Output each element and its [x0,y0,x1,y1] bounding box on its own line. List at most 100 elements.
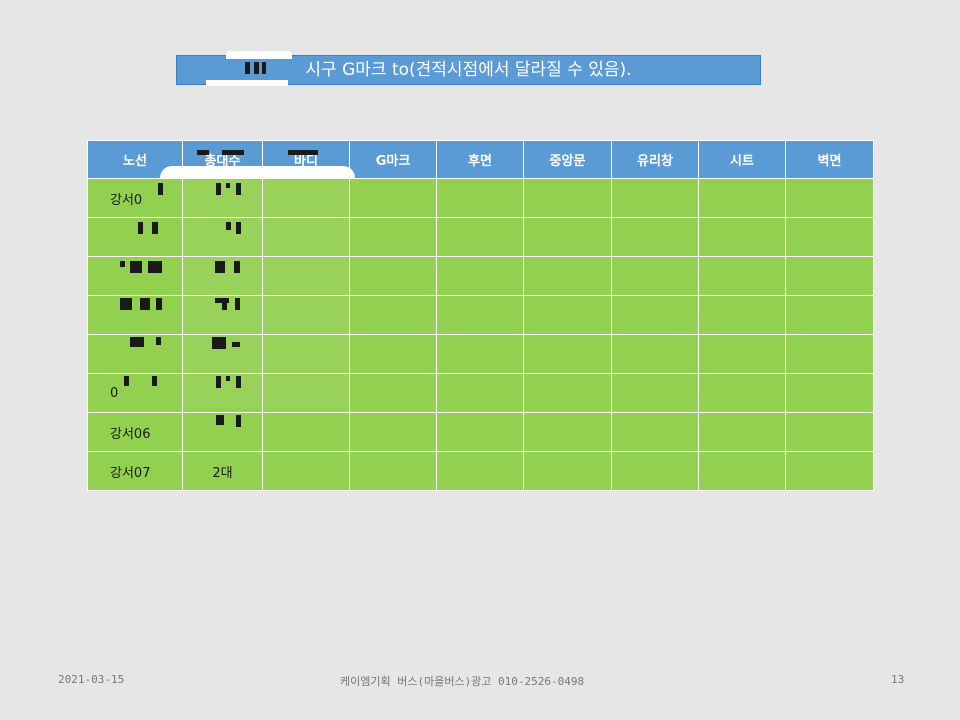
cell-empty [349,451,437,491]
pixel-artifact [262,62,266,74]
cell-empty [785,373,874,413]
table-row: 강서07 2대 [87,451,874,491]
pixel-artifact [130,261,142,273]
cell-empty [785,256,874,296]
pixel-artifact [236,376,241,388]
cell-empty [523,217,612,257]
cell-empty [611,373,699,413]
cell-empty [349,256,437,296]
cell-empty [611,451,699,491]
obscure-overlay [160,166,355,178]
cell-empty [611,334,699,374]
pixel-artifact [226,376,230,381]
pixel-artifact [216,183,221,195]
cell-route: 강서06 [87,412,183,452]
pixel-artifact [216,415,224,425]
pixel-artifact [226,222,231,230]
header-rear: 후면 [436,140,524,179]
cell-empty [611,178,699,218]
pixel-artifact [245,62,250,74]
cell-empty [611,295,699,335]
cell-empty [698,295,786,335]
cell-empty [262,412,350,452]
cell-empty [785,412,874,452]
cell-empty [349,373,437,413]
cell-empty [436,451,524,491]
footer-company: 케이엠기획 버스(마을버스)광고 010-2526-0498 [340,675,585,688]
cell-empty [611,217,699,257]
header-window: 유리창 [611,140,699,179]
footer-page-number: 13 [891,673,905,686]
pixel-artifact [140,298,150,310]
obscure-overlay [206,80,288,86]
header-gmark: G마크 [349,140,437,179]
cell-empty [698,451,786,491]
cell-empty [436,334,524,374]
cell-empty [785,334,874,374]
pixel-artifact [236,222,241,234]
cell-empty [349,178,437,218]
cell-empty [349,217,437,257]
pixel-artifact [222,298,227,310]
pixel-artifact [148,261,162,273]
cell-empty [785,217,874,257]
cell-count: 2대 [182,451,263,491]
pixel-artifact [288,150,318,155]
cell-route [87,217,183,257]
pixel-artifact [120,261,125,267]
cell-empty [523,295,612,335]
cell-empty [523,256,612,296]
cell-empty [611,412,699,452]
pixel-artifact [156,337,161,345]
pixel-artifact [236,183,241,195]
pixel-artifact [124,376,129,386]
table-row: 강서06 [87,412,874,452]
pixel-artifact [138,222,143,234]
cell-empty [785,295,874,335]
pixel-artifact [226,183,230,188]
cell-empty [698,217,786,257]
pixel-artifact [197,150,209,155]
cell-empty [349,295,437,335]
pixel-artifact [130,337,144,347]
cell-empty [698,334,786,374]
cell-empty [436,373,524,413]
pixel-artifact [152,222,158,234]
footer-date: 2021-03-15 [58,673,125,686]
cell-empty [436,295,524,335]
cell-route: 강서07 [87,451,183,491]
cell-empty [523,412,612,452]
obscure-overlay [182,180,350,408]
pixel-artifact [234,261,240,273]
cell-empty [523,178,612,218]
pixel-artifact [215,261,225,273]
pixel-artifact [216,376,221,388]
cell-empty [262,451,350,491]
header-seat: 시트 [698,140,786,179]
slide-title-text: 시구 G마크 to(견적시점에서 달라질 수 있음). [305,60,632,80]
pixel-artifact [254,62,259,74]
pixel-artifact [222,150,244,155]
cell-empty [523,334,612,374]
cell-empty [436,256,524,296]
cell-empty [436,412,524,452]
cell-empty [785,178,874,218]
header-wall: 벽면 [785,140,874,179]
cell-empty [698,178,786,218]
pixel-artifact [235,298,240,310]
pixel-artifact [152,376,157,386]
cell-route: 강서0 [87,178,183,218]
cell-empty [436,217,524,257]
cell-empty [698,256,786,296]
header-center-door: 중앙문 [523,140,612,179]
cell-empty [611,256,699,296]
cell-empty [523,373,612,413]
pixel-artifact [120,298,132,310]
pixel-artifact [232,342,240,347]
cell-empty [698,412,786,452]
cell-route: 0 [87,373,183,413]
cell-empty [436,178,524,218]
pixel-artifact [156,298,162,310]
cell-route [87,295,183,335]
pixel-artifact [158,183,163,195]
